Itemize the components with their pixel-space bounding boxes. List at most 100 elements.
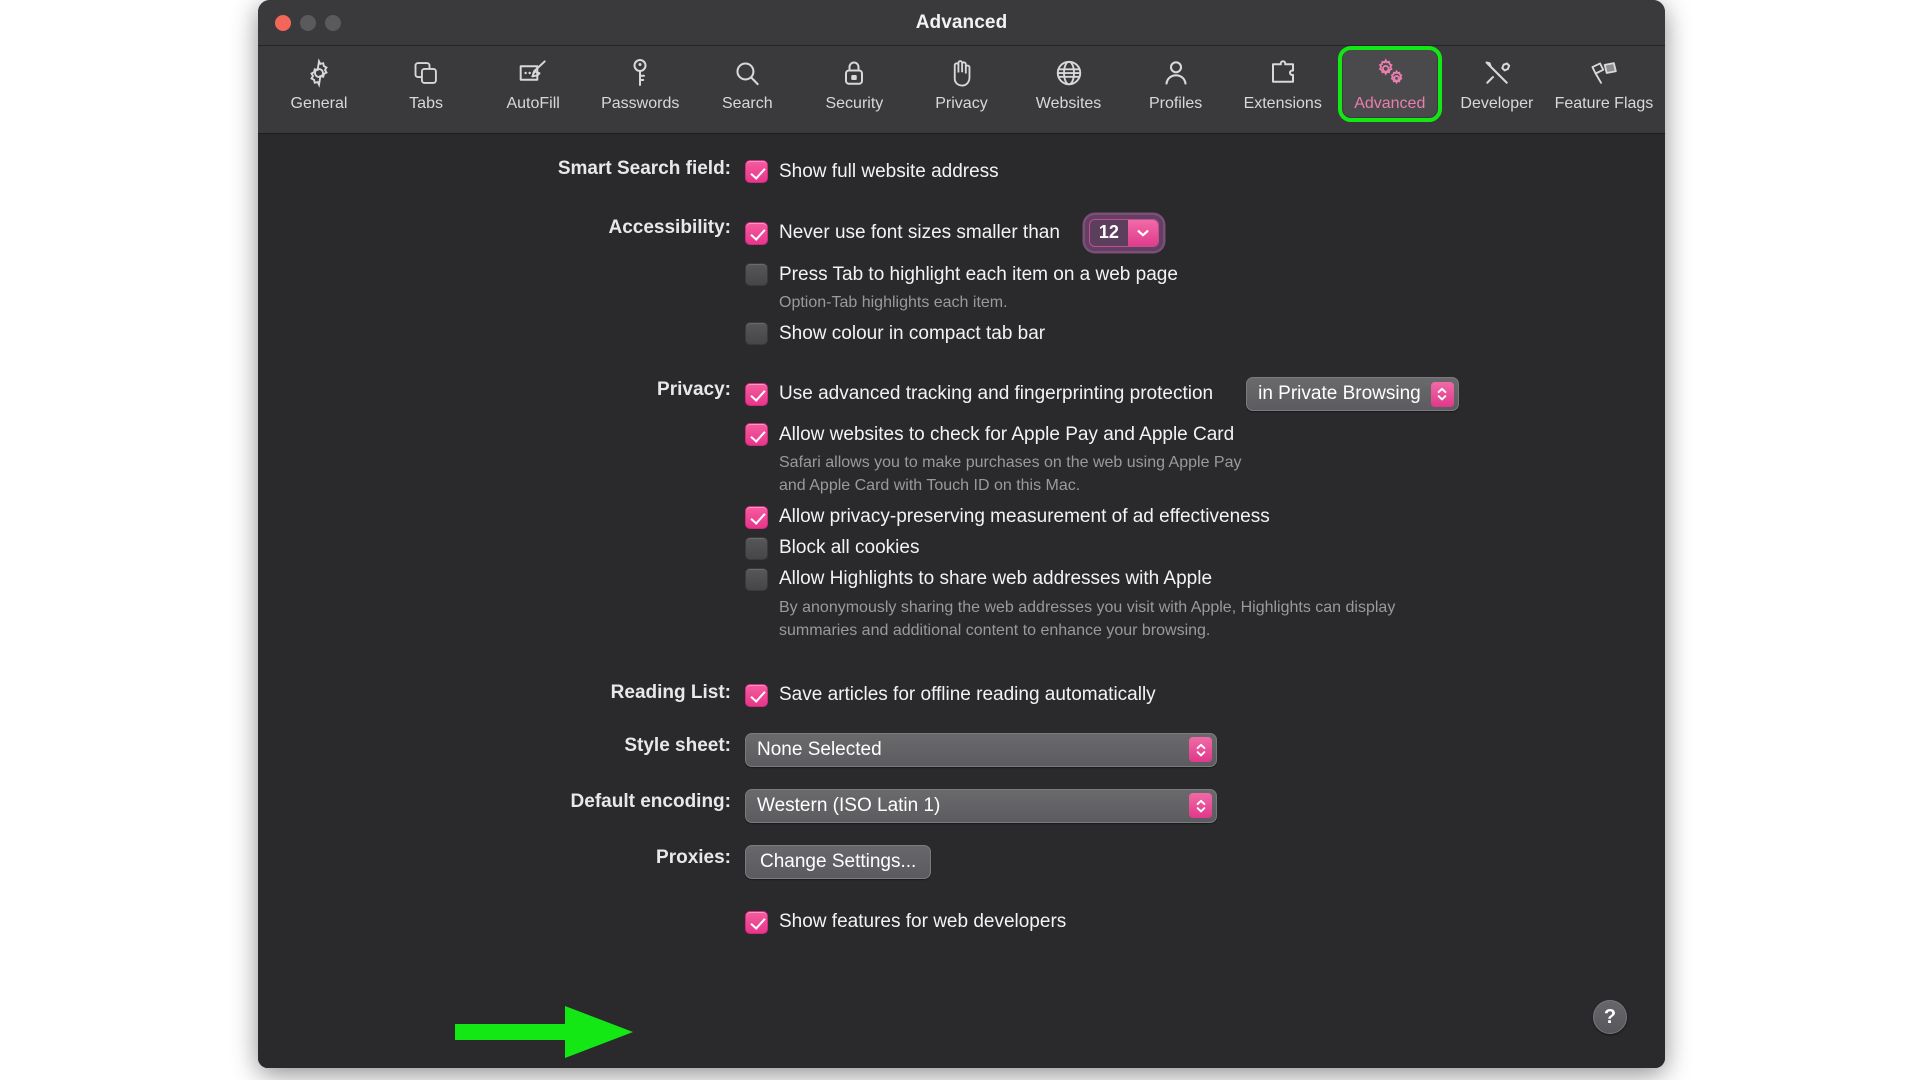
checkbox-show-full-website-address[interactable]: Show full website address: [745, 156, 1665, 187]
toolbar-label: Privacy: [935, 95, 988, 112]
toolbar-item-feature-flags[interactable]: Feature Flags: [1554, 50, 1654, 117]
checkbox-label: Never use font sizes smaller than: [779, 222, 1060, 243]
popup-value: Western (ISO Latin 1): [757, 794, 941, 816]
toolbar-item-websites[interactable]: Websites: [1022, 50, 1116, 117]
checkbox-label: Show full website address: [779, 160, 999, 182]
checkbox-label: Show colour in compact tab bar: [779, 322, 1046, 344]
person-icon: [1159, 56, 1193, 90]
hint-highlights-line1: By anonymously sharing the web addresses…: [779, 598, 1396, 616]
chevron-updown-icon[interactable]: [1430, 381, 1454, 407]
row-web-developers: Show features for web developers: [258, 907, 1665, 938]
checkbox-block-all-cookies[interactable]: Block all cookies: [745, 533, 1665, 564]
checkbox-label: Show features for web developers: [779, 911, 1067, 933]
label-accessibility: Accessibility:: [608, 217, 732, 238]
toolbar-label: Tabs: [409, 95, 443, 112]
checkbox-save-articles-offline[interactable]: Save articles for offline reading automa…: [745, 680, 1665, 711]
checkbox-ad-measurement[interactable]: Allow privacy-preserving measurement of …: [745, 502, 1665, 533]
checkbox-box[interactable]: [745, 221, 768, 245]
hand-icon: [944, 56, 978, 90]
toolbar-label: Advanced: [1354, 95, 1426, 112]
popup-value: None Selected: [757, 738, 882, 760]
toolbar-label: Extensions: [1243, 95, 1322, 112]
checkbox-box[interactable]: [745, 505, 768, 529]
puzzle-icon: [1266, 56, 1300, 90]
toolbar-label: AutoFill: [506, 95, 560, 112]
checkbox-label: Use advanced tracking and fingerprinting…: [779, 383, 1214, 405]
toolbar-item-advanced[interactable]: Advanced: [1337, 46, 1442, 122]
help-button[interactable]: ?: [1593, 1000, 1627, 1034]
checkbox-box[interactable]: [745, 910, 768, 934]
checkbox-never-use-small-fonts[interactable]: Never use font sizes smaller than 12: [745, 215, 1665, 251]
toolbar-label: Profiles: [1148, 95, 1203, 112]
row-reading-list: Reading List: Save articles for offline …: [258, 680, 1665, 711]
toolbar-item-profiles[interactable]: Profiles: [1129, 50, 1223, 117]
row-proxies: Proxies: Change Settings...: [258, 844, 1665, 879]
toolbar-label: Websites: [1035, 95, 1102, 112]
toolbar-item-general[interactable]: General: [272, 50, 366, 117]
hint-apple-pay: Safari allows you to make purchases on t…: [745, 451, 1665, 497]
hint-highlights: By anonymously sharing the web addresses…: [745, 596, 1665, 642]
toolbar-item-privacy[interactable]: Privacy: [914, 50, 1008, 117]
checkbox-show-features-for-web-developers[interactable]: Show features for web developers: [745, 907, 1665, 938]
font-size-stepper[interactable]: 12: [1084, 215, 1163, 251]
key-icon: [623, 56, 657, 90]
popup-tracking-scope[interactable]: in Private Browsing: [1246, 377, 1459, 412]
toolbar-item-passwords[interactable]: Passwords: [593, 50, 687, 117]
magnifier-icon: [730, 56, 764, 90]
row-default-encoding: Default encoding: Western (ISO Latin 1): [258, 788, 1665, 823]
checkbox-label: Block all cookies: [779, 537, 920, 559]
toolbar-item-security[interactable]: Security: [807, 50, 901, 117]
tools-icon: [1480, 56, 1514, 90]
checkbox-box[interactable]: [745, 160, 768, 183]
toolbar-label: Passwords: [601, 95, 680, 112]
chevron-updown-icon[interactable]: [1189, 737, 1212, 763]
hint-apple-pay-line1: Safari allows you to make purchases on t…: [779, 454, 1242, 472]
label-smart-search-field: Smart Search field:: [557, 158, 731, 179]
checkbox-label: Allow websites to check for Apple Pay an…: [779, 423, 1235, 445]
checkbox-box[interactable]: [745, 322, 768, 346]
row-smart-search-field: Smart Search field: Show full website ad…: [258, 156, 1665, 187]
checkbox-apple-pay[interactable]: Allow websites to check for Apple Pay an…: [745, 419, 1665, 450]
change-settings-button[interactable]: Change Settings...: [745, 844, 932, 879]
label-reading-list: Reading List:: [610, 681, 731, 703]
font-size-stepper-inner[interactable]: 12: [1088, 219, 1159, 247]
toolbar-item-autofill[interactable]: AutoFill: [486, 50, 580, 117]
checkbox-box[interactable]: [745, 683, 768, 707]
checkbox-allow-highlights[interactable]: Allow Highlights to share web addresses …: [745, 564, 1665, 595]
checkbox-box[interactable]: [745, 567, 768, 591]
checkbox-box[interactable]: [745, 423, 768, 447]
checkbox-box[interactable]: [745, 263, 768, 286]
screenshot-root: Advanced General Tabs AutoFill Passwords…: [0, 0, 1920, 1080]
autofill-icon: [516, 56, 550, 90]
checkbox-box[interactable]: [745, 382, 768, 406]
toolbar-item-developer[interactable]: Developer: [1450, 50, 1544, 117]
popup-default-encoding[interactable]: Western (ISO Latin 1): [745, 788, 1217, 823]
toolbar-item-extensions[interactable]: Extensions: [1236, 50, 1330, 117]
checkbox-press-tab-highlight[interactable]: Press Tab to highlight each item on a we…: [745, 259, 1665, 290]
checkbox-show-colour-compact-tab-bar[interactable]: Show colour in compact tab bar: [745, 318, 1665, 349]
settings-toolbar: General Tabs AutoFill Passwords Search S…: [258, 46, 1665, 134]
toolbar-label: Feature Flags: [1554, 95, 1654, 112]
font-size-value[interactable]: 12: [1089, 220, 1128, 246]
gear-icon: [302, 56, 336, 90]
chevron-updown-icon[interactable]: [1189, 793, 1212, 819]
checkbox-box[interactable]: [745, 536, 768, 560]
label-default-encoding: Default encoding:: [570, 790, 731, 812]
popup-style-sheet[interactable]: None Selected: [745, 732, 1217, 767]
gears-icon: [1373, 56, 1407, 90]
toolbar-item-tabs[interactable]: Tabs: [379, 50, 473, 117]
advanced-settings-panel: Smart Search field: Show full website ad…: [258, 134, 1665, 1068]
toolbar-label: Security: [825, 95, 884, 112]
tabs-icon: [409, 56, 443, 90]
checkbox-label: Save articles for offline reading automa…: [779, 684, 1156, 706]
toolbar-item-search[interactable]: Search: [700, 50, 794, 117]
chevron-down-icon[interactable]: [1127, 220, 1158, 246]
checkbox-advanced-tracking-protection[interactable]: Use advanced tracking and fingerprinting…: [745, 377, 1665, 412]
